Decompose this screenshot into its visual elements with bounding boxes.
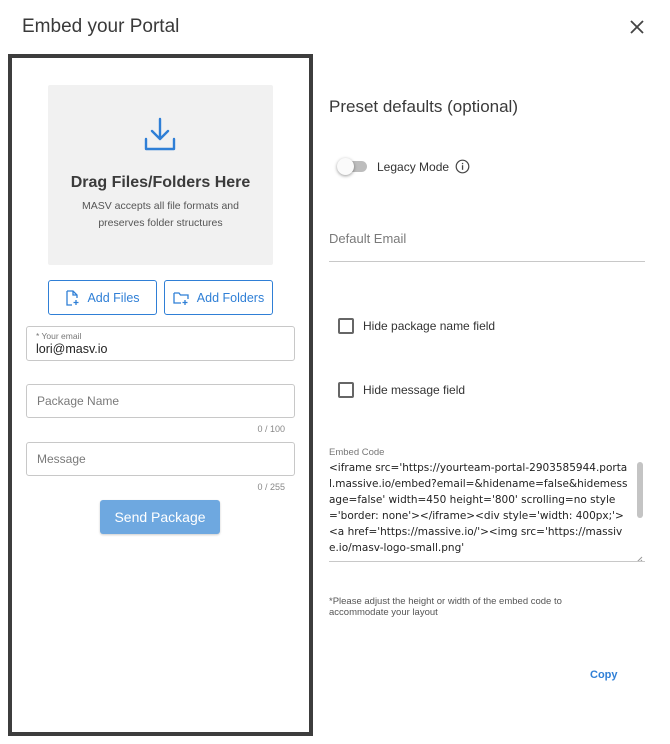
portal-preview-frame: Drag Files/Folders Here MASV accepts all… (8, 54, 313, 736)
add-files-label: Add Files (87, 290, 140, 305)
info-icon[interactable] (455, 159, 470, 174)
download-icon (142, 115, 178, 155)
copy-button[interactable]: Copy (590, 669, 618, 681)
checkbox-box[interactable] (338, 318, 354, 334)
default-email-input[interactable]: Default Email (329, 228, 645, 262)
email-field-value: lori@masv.io (36, 342, 108, 356)
package-name-input[interactable]: Package Name (26, 384, 295, 418)
preset-defaults-title: Preset defaults (optional) (329, 97, 518, 116)
legacy-mode-toggle[interactable] (337, 158, 369, 175)
hide-message-checkbox[interactable]: Hide message field (338, 382, 465, 398)
embed-code-text: <iframe src='https://yourteam-portal-290… (329, 462, 628, 554)
close-icon[interactable] (626, 16, 648, 38)
send-package-button[interactable]: Send Package (100, 500, 220, 534)
email-field[interactable]: * Your email lori@masv.io (26, 326, 295, 361)
package-name-placeholder: Package Name (37, 394, 120, 408)
drop-zone-title: Drag Files/Folders Here (70, 174, 251, 191)
hide-package-name-checkbox[interactable]: Hide package name field (338, 318, 495, 334)
resize-grip-icon[interactable] (635, 551, 643, 561)
message-input[interactable]: Message (26, 442, 295, 476)
embed-note: *Please adjust the height or width of th… (329, 596, 562, 618)
embed-code-label: Embed Code (329, 447, 385, 458)
dialog-title: Embed your Portal (22, 16, 180, 37)
hide-message-label: Hide message field (363, 383, 466, 397)
embed-code-textarea[interactable]: <iframe src='https://yourteam-portal-290… (329, 460, 645, 562)
toggle-thumb (337, 158, 354, 175)
message-placeholder: Message (37, 452, 86, 466)
folder-add-icon (173, 291, 189, 305)
default-email-placeholder: Default Email (329, 231, 407, 246)
message-counter: 0 / 255 (257, 482, 285, 492)
legacy-mode-label: Legacy Mode (377, 160, 450, 174)
embed-code-scrollbar[interactable] (637, 462, 643, 518)
drop-zone[interactable]: Drag Files/Folders Here MASV accepts all… (48, 85, 273, 265)
add-folders-button[interactable]: Add Folders (164, 280, 273, 315)
drop-zone-subtitle: MASV accepts all file formats and preser… (82, 200, 239, 229)
package-name-counter: 0 / 100 (257, 424, 285, 434)
hide-package-name-label: Hide package name field (363, 319, 496, 333)
email-field-label: * Your email (36, 331, 82, 341)
add-files-button[interactable]: Add Files (48, 280, 157, 315)
checkbox-box[interactable] (338, 382, 354, 398)
file-add-icon (66, 289, 79, 306)
add-folders-label: Add Folders (196, 290, 265, 305)
